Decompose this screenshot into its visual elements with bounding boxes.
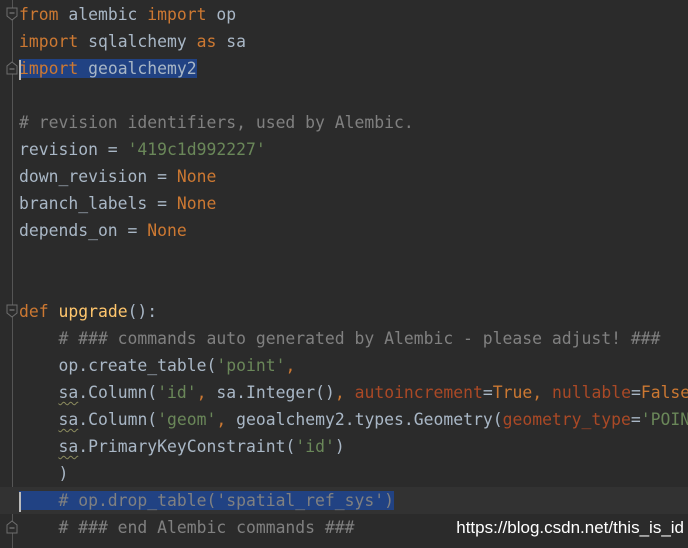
code-line[interactable]: import geoalchemy2 bbox=[19, 55, 688, 82]
code-token: import bbox=[19, 32, 79, 51]
code-token: nullable bbox=[552, 383, 631, 402]
code-line[interactable]: # ### commands auto generated by Alembic… bbox=[19, 325, 688, 352]
code-token: None bbox=[147, 221, 187, 240]
code-token: True bbox=[492, 383, 533, 402]
code-line[interactable]: depends_on = None bbox=[19, 217, 688, 244]
code-token: None bbox=[176, 194, 217, 213]
code-token: # op.drop_table('spatial_ref_sys') bbox=[19, 491, 394, 510]
code-token: sa bbox=[58, 383, 79, 402]
code-token: geoalchemy2 bbox=[78, 59, 197, 78]
code-token: alembic bbox=[58, 5, 148, 24]
code-token: import bbox=[19, 59, 79, 78]
code-token: .PrimaryKeyConstraint( bbox=[78, 437, 296, 456]
fold-end-icon[interactable] bbox=[6, 520, 18, 534]
code-token: , bbox=[196, 383, 217, 402]
code-line[interactable]: down_revision = None bbox=[19, 163, 688, 190]
code-line[interactable]: op.create_table('point', bbox=[19, 352, 688, 379]
text-caret bbox=[19, 491, 21, 512]
code-token: , bbox=[334, 383, 355, 402]
code-line[interactable] bbox=[19, 244, 688, 271]
code-token: '419c1d992227' bbox=[127, 140, 266, 159]
gutter-divider bbox=[12, 0, 13, 548]
code-token: 'id' bbox=[295, 437, 335, 456]
code-line[interactable]: sa.Column('geom', geoalchemy2.types.Geom… bbox=[19, 406, 688, 433]
code-token: ) bbox=[19, 464, 69, 483]
code-line[interactable]: sa.PrimaryKeyConstraint('id') bbox=[19, 433, 688, 460]
code-token: upgrade bbox=[58, 302, 128, 321]
code-token: 'point' bbox=[216, 356, 286, 375]
code-line[interactable]: sa.Column('id', sa.Integer(), autoincrem… bbox=[19, 379, 688, 406]
fold-start-icon[interactable] bbox=[6, 304, 18, 318]
code-line[interactable]: ) bbox=[19, 460, 688, 487]
code-token: from bbox=[19, 5, 59, 24]
code-token: .Column( bbox=[78, 410, 158, 429]
code-line[interactable]: import sqlalchemy as sa bbox=[19, 28, 688, 55]
code-token: # ### commands auto generated by Alembic… bbox=[19, 329, 661, 348]
fold-start-icon[interactable] bbox=[6, 7, 18, 21]
fold-end-icon[interactable] bbox=[6, 61, 18, 75]
code-line[interactable]: def upgrade(): bbox=[19, 298, 688, 325]
code-token: geoalchemy2.types.Geometry( bbox=[236, 410, 503, 429]
code-token: = bbox=[482, 383, 493, 402]
code-token: down_revision = bbox=[19, 167, 177, 186]
code-token: 'POINT' bbox=[640, 410, 688, 429]
code-token: geometry_type bbox=[502, 410, 631, 429]
editor-gutter bbox=[0, 0, 19, 548]
code-editor[interactable]: from alembic import op import sqlalchemy … bbox=[0, 0, 688, 548]
code-token: , bbox=[532, 383, 552, 402]
code-token: None bbox=[176, 167, 217, 186]
code-token: , bbox=[285, 356, 296, 375]
code-token: ) bbox=[334, 437, 345, 456]
code-token: = bbox=[630, 410, 641, 429]
code-line[interactable]: from alembic import op bbox=[19, 1, 688, 28]
code-token: def bbox=[19, 302, 49, 321]
code-token: op bbox=[206, 5, 237, 24]
code-token: op.create_table( bbox=[19, 356, 217, 375]
code-line[interactable] bbox=[19, 82, 688, 109]
code-token: as bbox=[196, 32, 217, 51]
code-token: import bbox=[147, 5, 207, 24]
code-line[interactable]: revision = '419c1d992227' bbox=[19, 136, 688, 163]
code-token: sa bbox=[58, 437, 79, 456]
code-token: sa bbox=[216, 32, 246, 51]
code-token: False bbox=[640, 383, 688, 402]
code-token: # ### end Alembic commands ### bbox=[19, 518, 355, 537]
code-token: autoincrement bbox=[354, 383, 483, 402]
code-token: # revision identifiers, used by Alembic. bbox=[19, 113, 414, 132]
code-line[interactable]: branch_labels = None bbox=[19, 190, 688, 217]
code-line[interactable]: # revision identifiers, used by Alembic. bbox=[19, 109, 688, 136]
code-token: (): bbox=[127, 302, 158, 321]
text-caret bbox=[19, 59, 21, 80]
code-token: 'id' bbox=[157, 383, 197, 402]
code-line[interactable]: # op.drop_table('spatial_ref_sys') bbox=[0, 487, 688, 514]
code-token: , bbox=[216, 410, 237, 429]
code-token: 'geom' bbox=[157, 410, 217, 429]
code-token: sa.Integer() bbox=[216, 383, 335, 402]
code-token: sa bbox=[58, 410, 79, 429]
code-token: = bbox=[630, 383, 641, 402]
code-token: sqlalchemy bbox=[78, 32, 197, 51]
code-token: branch_labels = bbox=[19, 194, 177, 213]
code-token: revision = bbox=[19, 140, 128, 159]
watermark-url: https://blog.csdn.net/this_is_id bbox=[456, 518, 684, 537]
code-token: depends_on = bbox=[19, 221, 148, 240]
code-line[interactable] bbox=[19, 271, 688, 298]
code-token: .Column( bbox=[78, 383, 158, 402]
